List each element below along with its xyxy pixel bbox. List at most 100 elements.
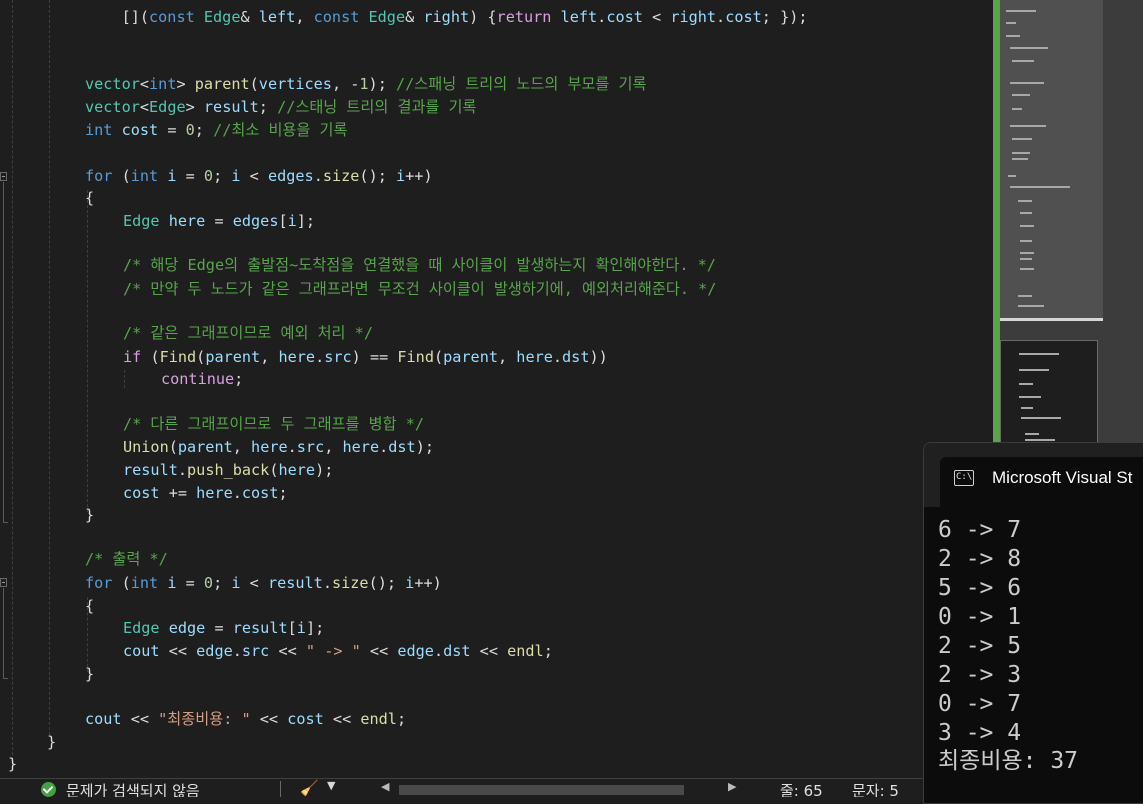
code-token: right <box>423 8 470 26</box>
code-token: } <box>8 755 18 773</box>
console-total-line: 최종비용: 37 <box>938 748 1079 774</box>
code-minimap[interactable] <box>993 0 1143 445</box>
code-token: i <box>296 619 306 637</box>
console-window[interactable]: C:\ Microsoft Visual St 6 -> 7 2 -> 8 5 … <box>923 442 1143 804</box>
code-token: src <box>324 348 352 366</box>
code-token: . <box>315 348 325 366</box>
code-line: { <box>85 187 94 209</box>
code-token: << <box>470 642 508 660</box>
minimap-overview <box>1000 0 1103 318</box>
code-token: result <box>267 574 323 592</box>
code-token: . <box>313 167 323 185</box>
code-token: ); <box>315 461 334 479</box>
code-token: /* 같은 그래프이므로 예외 처리 */ <box>123 324 373 342</box>
code-token: i <box>396 167 406 185</box>
code-token: endl <box>507 642 544 660</box>
code-token: result <box>232 619 288 637</box>
code-token: . <box>597 8 607 26</box>
code-line: /* 출력 */ <box>85 548 168 570</box>
line-indicator[interactable]: 줄: 65 <box>780 780 823 797</box>
code-line: vector<int> parent(vertices, -1); //스패닝 … <box>85 73 646 95</box>
code-token: . <box>177 461 188 479</box>
check-circle-icon[interactable] <box>41 782 56 797</box>
code-token: ]; <box>296 212 316 230</box>
code-token: left <box>258 8 296 26</box>
code-token: ( <box>168 438 178 456</box>
code-token: []( <box>121 8 150 26</box>
issues-status[interactable]: 문제가 검색되지 않음 <box>66 780 200 797</box>
code-token: edge <box>168 619 206 637</box>
console-output-line: 0 -> 1 <box>938 604 1022 630</box>
console-tab[interactable]: C:\ Microsoft Visual St <box>940 457 1143 507</box>
code-token: dst <box>388 438 416 456</box>
fold-toggle[interactable] <box>0 578 7 587</box>
code-token: cost <box>725 8 762 26</box>
code-token: < <box>139 98 150 116</box>
code-line: } <box>8 753 17 775</box>
code-editor[interactable]: [](const Edge& left, const Edge& right) … <box>0 0 993 778</box>
code-token: ; <box>278 484 288 502</box>
code-token: . <box>322 574 332 592</box>
code-token: result <box>203 98 259 116</box>
code-token: cost <box>606 8 643 26</box>
console-output-line: 3 -> 4 <box>938 720 1022 746</box>
code-token: < <box>139 75 150 93</box>
code-token: 0 <box>203 574 214 592</box>
code-token: endl <box>360 710 397 728</box>
code-token: ; <box>213 167 232 185</box>
code-token: left <box>560 8 598 26</box>
console-output-line: 2 -> 8 <box>938 546 1022 572</box>
horizontal-scrollbar[interactable] <box>399 785 684 795</box>
code-token: size <box>322 167 360 185</box>
code-line: /* 해당 Edge의 출발점~도착점을 연결했을 때 사이클이 발생하는지 확… <box>123 254 716 276</box>
code-token: for <box>85 574 113 592</box>
code-line: continue; <box>161 368 243 390</box>
code-token: [ <box>278 212 288 230</box>
code-token: edges <box>232 212 279 230</box>
fold-toggle[interactable] <box>0 172 7 181</box>
code-token: (); <box>359 167 396 185</box>
code-token: const <box>149 8 195 26</box>
scroll-right-icon[interactable]: ▶ <box>728 780 736 793</box>
code-token: ; }); <box>761 8 808 26</box>
brush-icon[interactable]: 🧹 <box>300 779 319 797</box>
code-token: cost <box>121 121 159 139</box>
code-token: const <box>313 8 360 26</box>
code-token: Edge <box>149 98 186 116</box>
code-token: "최종비용: " <box>158 710 251 728</box>
code-token: return <box>496 8 552 26</box>
chevron-down-icon[interactable]: ▼ <box>327 779 335 792</box>
code-token: int <box>130 167 159 185</box>
code-token: int <box>85 121 113 139</box>
code-line: vector<Edge> result; //스태닝 트리의 결과를 기록 <box>85 96 477 118</box>
code-token: ( <box>112 167 131 185</box>
minimap-scroll-indicator[interactable] <box>1000 318 1103 321</box>
code-line: Edge here = edges[i]; <box>123 210 315 232</box>
code-line: int cost = 0; //최소 비용을 기록 <box>85 119 347 141</box>
code-token: ; <box>258 98 278 116</box>
code-line: cost += here.cost; <box>123 482 288 504</box>
code-token: ( <box>433 348 444 366</box>
code-token: = <box>158 121 186 139</box>
code-token: right <box>670 8 717 26</box>
minimap-viewport[interactable] <box>1000 340 1098 445</box>
console-titlebar[interactable]: C:\ Microsoft Visual St <box>924 443 1143 507</box>
code-token: , <box>232 438 252 456</box>
code-token: for <box>85 167 113 185</box>
code-token: int <box>130 574 159 592</box>
code-token: 1 <box>359 75 369 93</box>
column-indicator[interactable]: 문자: 5 <box>852 780 899 797</box>
code-token: ; <box>396 710 407 728</box>
code-line: result.push_back(here); <box>123 459 333 481</box>
code-token: , <box>295 8 314 26</box>
code-token: /* 출력 */ <box>85 550 168 568</box>
scroll-left-icon[interactable]: ◀ <box>381 780 389 793</box>
code-token: i <box>231 574 241 592</box>
code-token: ]; <box>305 619 325 637</box>
code-token: parent <box>443 348 498 366</box>
status-bar: 문제가 검색되지 않음 🧹 ▼ ◀ ▶ 줄: 65 문자: 5 <box>0 778 923 797</box>
code-token: vertices <box>258 75 332 93</box>
